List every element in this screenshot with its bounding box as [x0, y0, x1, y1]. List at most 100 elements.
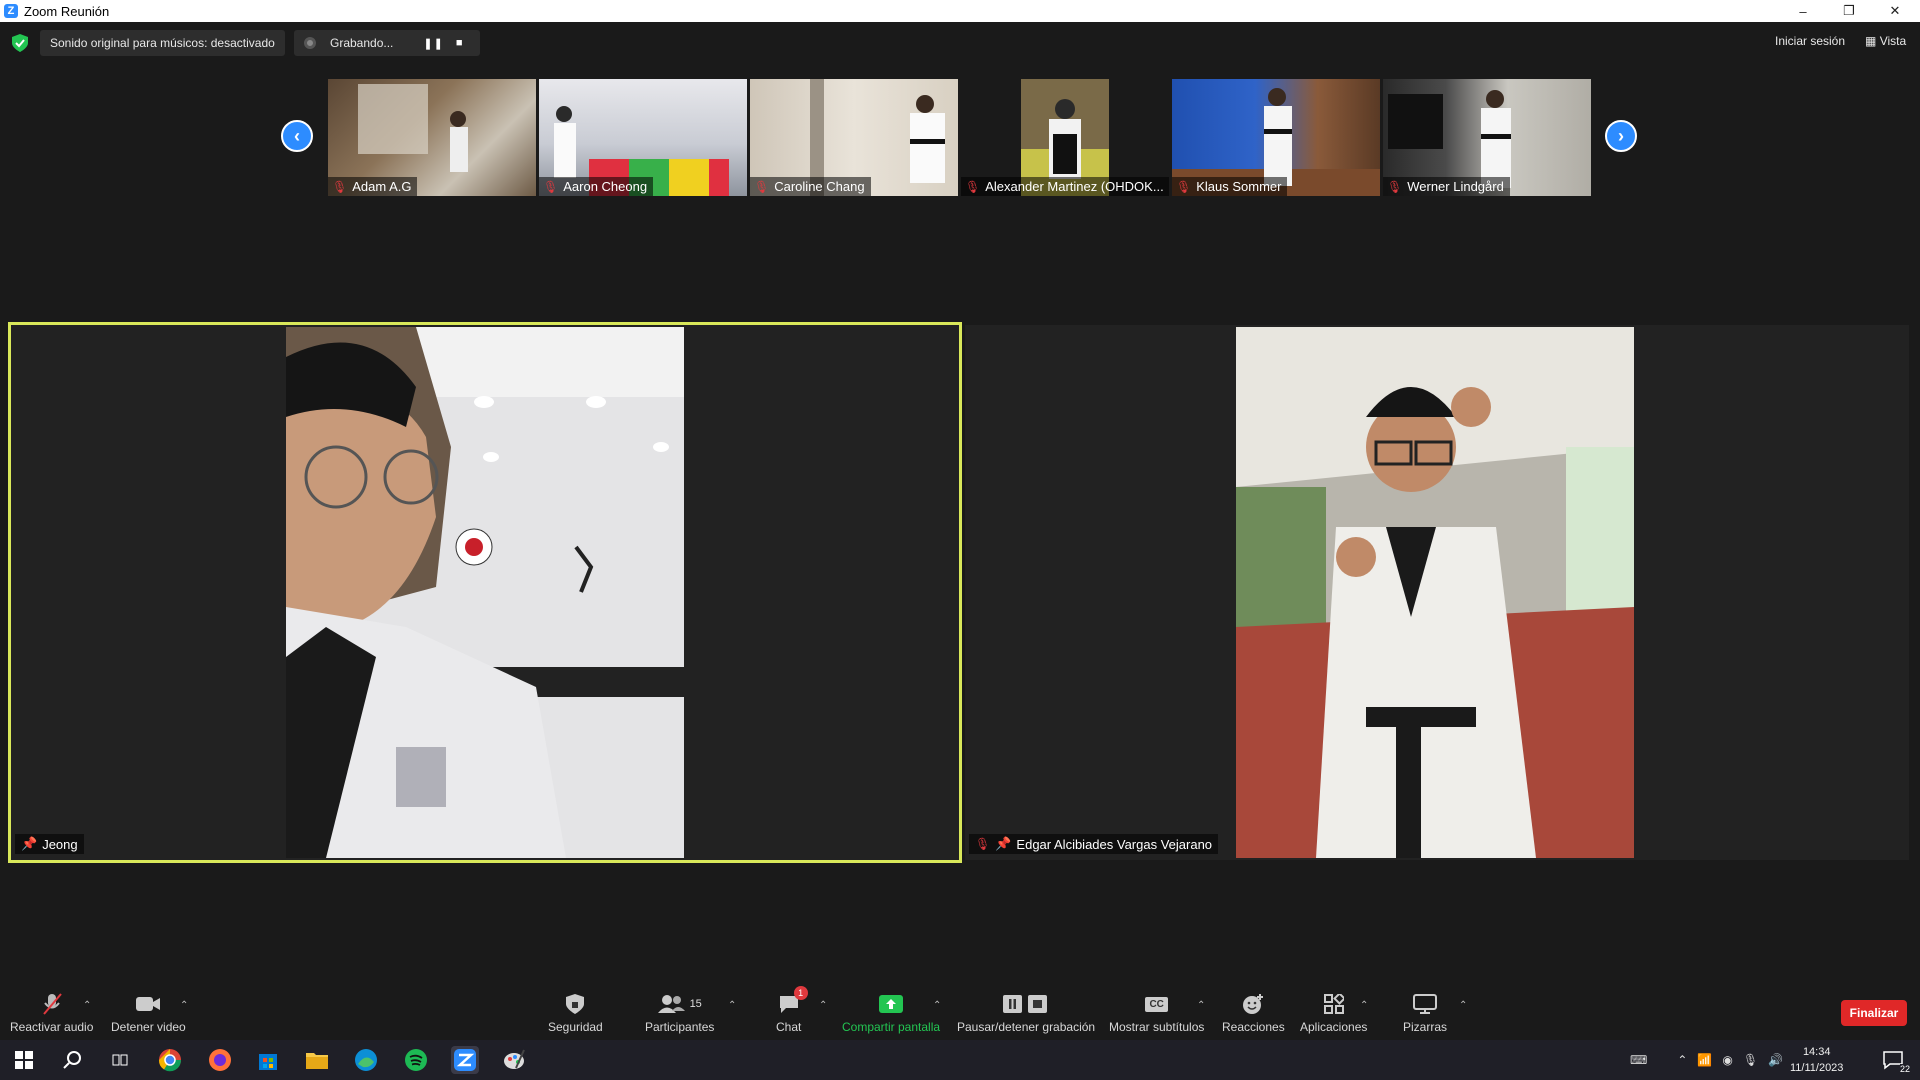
participants-options-chevron-icon[interactable]: ⌃: [728, 1000, 736, 1011]
participant-thumbnail[interactable]: 🎙 Klaus Sommer: [1172, 79, 1380, 196]
share-screen-button[interactable]: Compartir pantalla: [842, 992, 940, 1034]
participant-name: Alexander Martinez (OHDOK...: [985, 179, 1164, 194]
apps-options-chevron-icon[interactable]: ⌃: [1360, 1000, 1368, 1011]
system-tray: ⌨ ⌃ 📶 ◉ 🎙 🔊: [1630, 1040, 1793, 1080]
participant-thumbnail[interactable]: 🎙 Adam A.G: [328, 79, 536, 196]
reactions-button[interactable]: Reacciones: [1222, 992, 1285, 1034]
audio-options-chevron-icon[interactable]: ⌃: [83, 1000, 91, 1011]
recording-controls-label: Pausar/detener grabación: [957, 1020, 1096, 1034]
participant-name-tag: 🎙 Caroline Chang: [750, 177, 871, 196]
minimize-button[interactable]: –: [1780, 0, 1826, 22]
meeting-topbar: Sonido original para músicos: desactivad…: [0, 22, 1920, 64]
system-clock[interactable]: 14:34 11/11/2023: [1790, 1044, 1843, 1076]
mic-muted-icon: 🎙: [965, 179, 981, 194]
zoom-logo-icon: Z: [4, 4, 18, 18]
recording-dot-icon: [304, 37, 316, 49]
window-title: Zoom Reunión: [24, 3, 110, 19]
stop-recording-icon[interactable]: ■: [456, 37, 464, 49]
participants-count: 15: [689, 998, 702, 1010]
participant-thumbnail[interactable]: 🎙 Aaron Cheong: [539, 79, 747, 196]
gallery-prev-arrow-icon[interactable]: ‹: [281, 120, 313, 152]
chat-bubble-icon: 1: [778, 986, 808, 1016]
chat-unread-badge: 1: [793, 986, 808, 1000]
apps-label: Aplicaciones: [1300, 1020, 1368, 1034]
unmute-label: Reactivar audio: [10, 1020, 94, 1034]
pause-stop-recording-button[interactable]: Pausar/detener grabación: [957, 992, 1095, 1034]
participant-thumbnail[interactable]: 🎙 Alexander Martinez (OHDOK...: [961, 79, 1169, 196]
participant-name: Adam A.G: [352, 179, 412, 194]
video-options-chevron-icon[interactable]: ⌃: [180, 1000, 188, 1011]
webcam-icon[interactable]: ◉: [1722, 1053, 1732, 1067]
windows-start-icon[interactable]: [10, 1046, 38, 1074]
mic-muted-icon: 🎙: [543, 179, 559, 194]
show-captions-button[interactable]: CC Mostrar subtítulos: [1109, 992, 1204, 1034]
participants-button[interactable]: 15 Participantes: [645, 992, 714, 1034]
windows-taskbar: ⌨ ⌃ 📶 ◉ 🎙 🔊 14:34 11/11/2023 22: [0, 1040, 1920, 1080]
chat-button[interactable]: 1 Chat: [776, 986, 808, 1034]
pause-recording-icon[interactable]: ❚❚: [423, 37, 443, 50]
participant-name-tag: 🎙 Aaron Cheong: [539, 177, 654, 196]
participant-name: Aaron Cheong: [563, 179, 648, 194]
original-sound-status[interactable]: Sonido original para músicos: desactivad…: [40, 30, 285, 56]
stop-video-label: Detener video: [111, 1020, 186, 1034]
pin-icon: 📌: [21, 836, 38, 851]
chrome-icon[interactable]: [156, 1046, 184, 1074]
paint-app-icon[interactable]: [500, 1046, 528, 1074]
encryption-shield-icon[interactable]: [12, 34, 28, 52]
video-tile-active-speaker[interactable]: 📌 Jeong: [8, 322, 962, 863]
chat-options-chevron-icon[interactable]: ⌃: [819, 1000, 827, 1011]
security-button[interactable]: Seguridad: [548, 992, 603, 1034]
search-icon[interactable]: [58, 1046, 86, 1074]
participants-label: Participantes: [645, 1020, 715, 1034]
mic-tray-icon[interactable]: 🎙: [1743, 1053, 1758, 1067]
security-shield-icon: [565, 992, 585, 1016]
stop-video-button[interactable]: Detener video: [111, 992, 186, 1034]
participant-name: Klaus Sommer: [1196, 179, 1282, 194]
network-icon[interactable]: 📶: [1697, 1053, 1712, 1067]
whiteboards-button[interactable]: Pizarras: [1403, 992, 1447, 1034]
zoom-app-icon[interactable]: [451, 1046, 479, 1074]
video-tile-participant[interactable]: 🎙 📌 Edgar Alcibiades Vargas Vejarano: [965, 325, 1909, 860]
pin-icon: 📌: [995, 836, 1012, 851]
edge-icon[interactable]: [352, 1046, 380, 1074]
participant-name-tag: 🎙 Werner Lindgård: [1383, 177, 1510, 196]
apps-button[interactable]: Aplicaciones: [1300, 992, 1367, 1034]
close-button[interactable]: ✕: [1872, 0, 1918, 22]
participant-name-tag: 🎙 Alexander Martinez (OHDOK...: [961, 177, 1169, 196]
whiteboards-label: Pizarras: [1403, 1020, 1448, 1034]
task-view-icon[interactable]: [106, 1046, 134, 1074]
speaker-name-tag: 📌 Jeong: [15, 834, 84, 854]
captions-options-chevron-icon[interactable]: ⌃: [1197, 1000, 1205, 1011]
unmute-button[interactable]: Reactivar audio: [10, 992, 93, 1034]
gallery-next-arrow-icon[interactable]: ›: [1605, 120, 1637, 152]
mic-muted-icon: 🎙: [1387, 179, 1403, 194]
reactions-label: Reacciones: [1222, 1020, 1285, 1034]
view-menu[interactable]: ▦ Vista: [1865, 34, 1906, 48]
mic-muted-icon: 🎙: [332, 179, 348, 194]
sign-in-link[interactable]: Iniciar sesión: [1775, 34, 1845, 48]
firefox-icon[interactable]: [206, 1046, 234, 1074]
share-options-chevron-icon[interactable]: ⌃: [933, 1000, 941, 1011]
video-camera-icon: [135, 992, 161, 1016]
participant-thumbnail[interactable]: 🎙 Caroline Chang: [750, 79, 958, 196]
clock-date: 11/11/2023: [1790, 1062, 1844, 1074]
chat-label: Chat: [776, 1020, 802, 1034]
microsoft-store-icon[interactable]: [254, 1046, 282, 1074]
speaker-name: Jeong: [42, 836, 78, 852]
keyboard-icon[interactable]: ⌨: [1630, 1053, 1647, 1067]
whiteboards-options-chevron-icon[interactable]: ⌃: [1459, 1000, 1467, 1011]
participant-name: Edgar Alcibiades Vargas Vejarano: [1016, 836, 1213, 852]
tray-overflow-chevron-icon[interactable]: ⌃: [1677, 1053, 1687, 1067]
participant-thumbnail[interactable]: 🎙 Werner Lindgård: [1383, 79, 1591, 196]
restore-button[interactable]: ❐: [1826, 0, 1872, 22]
notification-count: 22: [1899, 1064, 1910, 1074]
apps-grid-icon: [1323, 992, 1344, 1016]
participant-name-tag: 🎙 Klaus Sommer: [1172, 177, 1288, 196]
file-explorer-icon[interactable]: [303, 1046, 331, 1074]
volume-icon[interactable]: 🔊: [1768, 1053, 1783, 1067]
participant-name-tag: 🎙 📌 Edgar Alcibiades Vargas Vejarano: [969, 834, 1219, 854]
participant-name-tag: 🎙 Adam A.G: [328, 177, 418, 196]
notification-center-icon[interactable]: 22: [1878, 1046, 1910, 1074]
end-meeting-button[interactable]: Finalizar: [1841, 1000, 1907, 1026]
spotify-icon[interactable]: [402, 1046, 430, 1074]
